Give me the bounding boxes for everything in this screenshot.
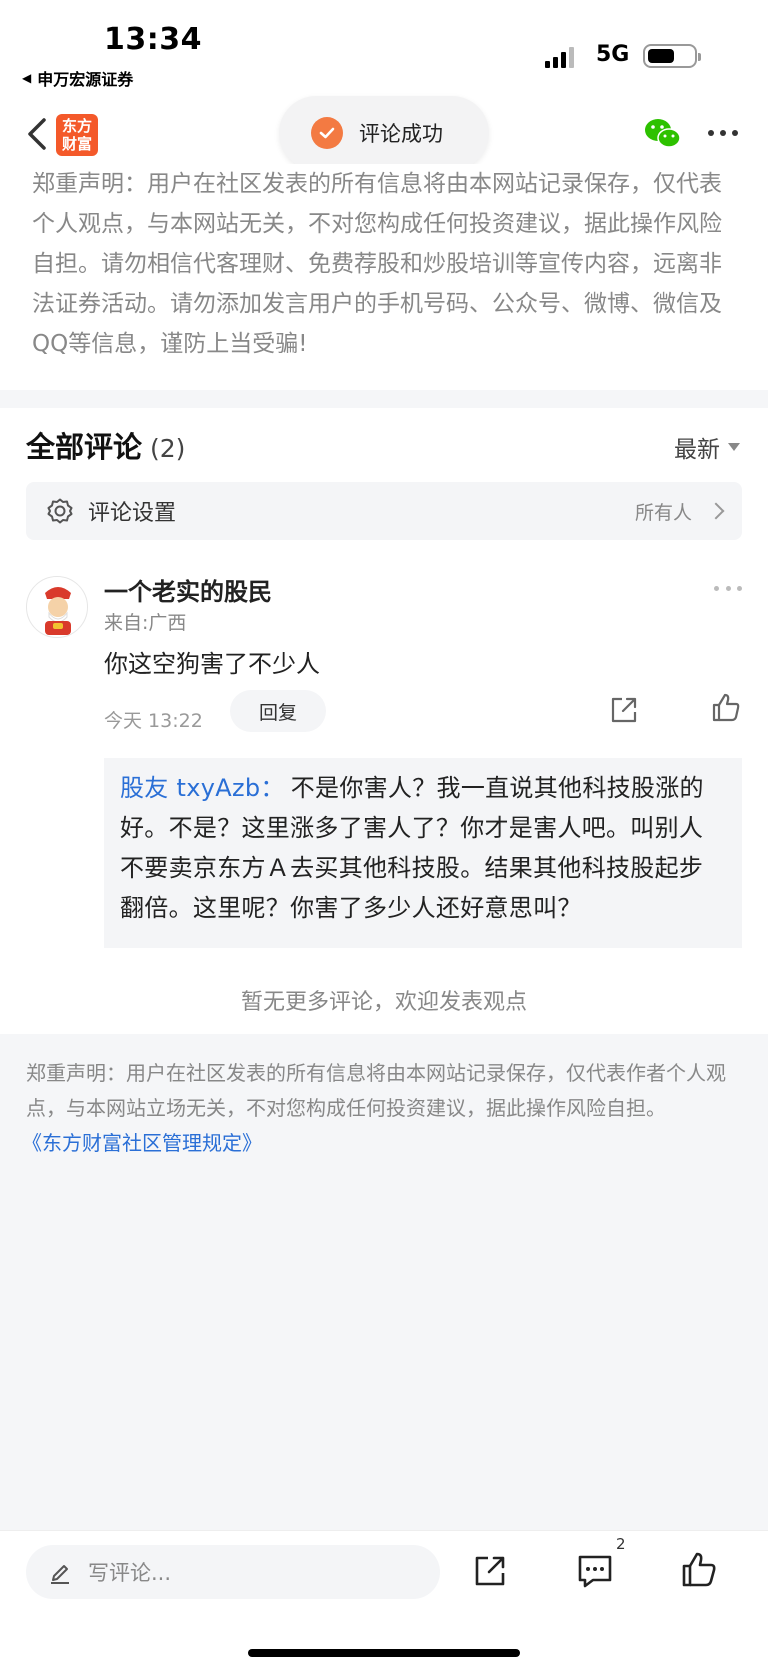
back-arrow-icon[interactable]: [24, 114, 54, 154]
app-logo: 东方 财富: [56, 114, 98, 156]
comment-location: 来自:广西: [104, 612, 187, 634]
network-type: 5G: [596, 42, 630, 67]
thumbs-up-icon[interactable]: [680, 1551, 718, 1589]
disclaimer-top-text: 郑重声明：用户在社区发表的所有信息将由本网站记录保存，仅代表个人观点，与本网站无…: [32, 171, 722, 357]
settings-label: 评论设置: [88, 501, 177, 526]
comment-input[interactable]: 写评论...: [26, 1545, 440, 1599]
status-bar: 13:34 ◀ 申万宏源证券 5G: [0, 0, 768, 96]
sort-dropdown[interactable]: 最新: [674, 430, 740, 464]
comment-more-icon[interactable]: [714, 586, 742, 592]
comment-settings-row[interactable]: 评论设置 所有人: [26, 482, 742, 540]
toast-comment-success: 评论成功: [279, 96, 489, 170]
no-more-comments: 暂无更多评论，欢迎发表观点: [240, 990, 527, 1015]
battery-icon: [643, 44, 701, 68]
thumbs-up-icon[interactable]: [710, 692, 742, 724]
reply-button[interactable]: 回复: [230, 690, 326, 732]
share-icon[interactable]: [608, 694, 640, 726]
comment-icon[interactable]: [576, 1553, 614, 1589]
chevron-right-icon: [707, 502, 725, 520]
community-rules-link[interactable]: 《东方财富社区管理规定》: [22, 1126, 742, 1161]
reply-colon: ：: [260, 774, 285, 802]
comments-header: 全部评论 (2): [26, 424, 185, 466]
sort-label: 最新: [674, 437, 720, 463]
bottom-bar: 写评论... 2: [0, 1530, 768, 1669]
comment-time: 今天 13:22: [104, 710, 203, 732]
back-triangle-icon: ◀: [22, 71, 32, 85]
comment-count-badge: 2: [616, 1535, 626, 1553]
reply-quote[interactable]: 股友 txyAzb： 不是你害人？我一直说其他科技股涨的好。不是？这里涨多了害人了…: [104, 758, 742, 948]
share-icon[interactable]: [472, 1553, 508, 1589]
reply-paragraph: 股友 txyAzb： 不是你害人？我一直说其他科技股涨的好。不是？这里涨多了害人了…: [120, 768, 726, 928]
disclaimer-top: 郑重声明：用户在社区发表的所有信息将由本网站记录保存，仅代表个人观点，与本网站无…: [0, 164, 768, 390]
wechat-share-icon[interactable]: [643, 116, 683, 152]
check-icon: [311, 117, 343, 149]
toast-text: 评论成功: [359, 122, 443, 146]
avatar[interactable]: [26, 576, 88, 638]
comment-text: 你这空狗害了不少人: [104, 650, 320, 678]
comment-input-placeholder: 写评论...: [88, 1561, 172, 1585]
gear-icon: [47, 498, 73, 524]
back-app-label: 申万宏源证券: [37, 70, 134, 89]
comments-section: 全部评论 (2) 最新 评论设置 所有人 一个老实的股民 来自:广西 你这空狗害…: [0, 408, 768, 1034]
disclaimer-bottom: 郑重声明：用户在社区发表的所有信息将由本网站记录保存，仅代表作者个人观点，与本网…: [22, 1056, 742, 1161]
signal-icon: [545, 46, 574, 68]
reply-username[interactable]: 股友 txyAzb: [120, 774, 260, 802]
back-to-app-link[interactable]: ◀ 申万宏源证券: [22, 66, 133, 90]
comments-title: 全部评论: [26, 430, 143, 464]
logo-line-2: 财富: [61, 135, 92, 153]
comment-username[interactable]: 一个老实的股民: [104, 572, 272, 607]
comments-count: (2): [150, 434, 186, 463]
caret-down-icon: [728, 443, 740, 451]
logo-line-1: 东方: [61, 117, 92, 135]
pencil-icon: [51, 1565, 69, 1584]
home-indicator: [248, 1649, 520, 1657]
more-options-icon[interactable]: [708, 130, 738, 138]
status-time: 13:34: [104, 22, 202, 57]
settings-value: 所有人: [634, 501, 692, 524]
disclaimer-bottom-text: 郑重声明：用户在社区发表的所有信息将由本网站记录保存，仅代表作者个人观点，与本网…: [26, 1061, 726, 1120]
